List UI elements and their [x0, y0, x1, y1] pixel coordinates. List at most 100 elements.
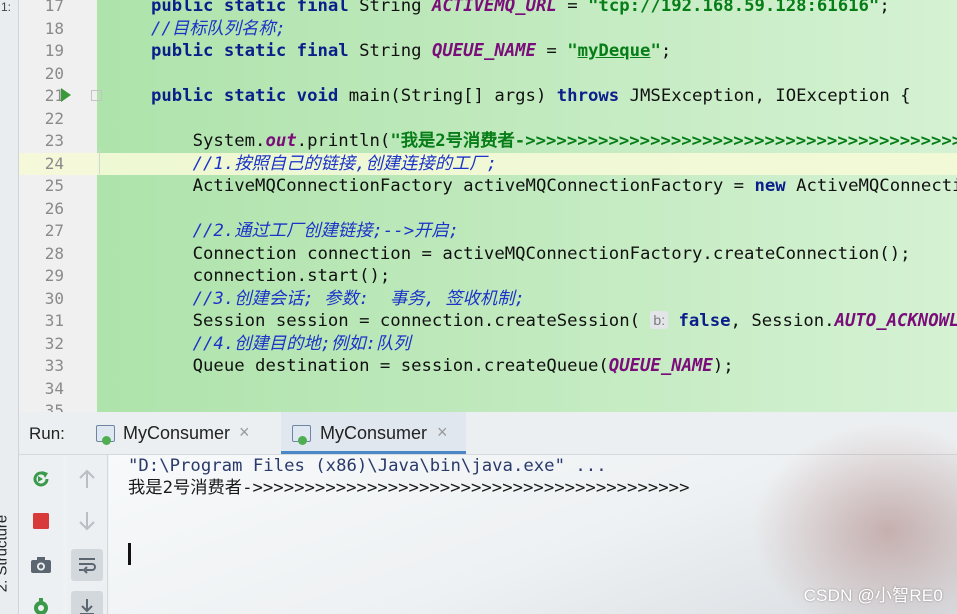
code-line[interactable]: 33 Queue destination = session.createQue… [19, 355, 957, 378]
project-tab[interactable]: 1: [1, 0, 11, 14]
code-text: Queue destination = session.createQueue(… [151, 355, 734, 378]
code-line[interactable]: 22 [19, 108, 957, 131]
code-text: //4.创建目的地;例如:队列 [151, 333, 411, 356]
code-line[interactable]: 32 //4.创建目的地;例如:队列 [19, 333, 957, 356]
line-number: 24 [44, 153, 64, 173]
close-icon[interactable]: × [239, 422, 250, 443]
code-token: = [535, 41, 568, 61]
code-token: JMSException, IOException { [629, 86, 911, 106]
watermark: CSDN @小智RE0 [803, 586, 943, 605]
run-toolbar-secondary [67, 455, 108, 614]
code-token: ; [879, 0, 890, 16]
code-line[interactable]: 21 public static void main(String[] args)… [19, 85, 957, 108]
code-text: Connection connection = activeMQConnecti… [151, 243, 911, 266]
structure-tab[interactable]: 2: Structure [0, 505, 21, 605]
code-token: = [556, 0, 589, 16]
scroll-to-end-icon[interactable] [71, 591, 103, 614]
code-line[interactable]: 19 public static final String QUEUE_NAME … [19, 40, 957, 63]
run-config-icon [292, 425, 311, 445]
code-token: String [359, 41, 432, 61]
code-line[interactable]: 24 //1.按照自己的链接,创建连接的工厂; [19, 152, 957, 175]
code-text: ActiveMQConnectionFactory activeMQConnec… [151, 175, 957, 198]
console-output[interactable]: "D:\Program Files (x86)\Java\bin\java.ex… [109, 412, 957, 614]
code-token: Connection connection = activeMQConnecti… [151, 243, 911, 264]
line-number: 34 [44, 378, 64, 398]
code-text: public static final String QUEUE_NAME = … [151, 40, 671, 63]
line-number: 31 [44, 311, 64, 330]
code-line[interactable]: 25 ActiveMQConnectionFactory activeMQCon… [19, 175, 957, 198]
tab-myconsumer-1[interactable]: MyConsumer × [89, 412, 261, 454]
code-line[interactable]: 26 [19, 198, 957, 221]
code-text: Session session = connection.createSessi… [151, 310, 957, 333]
stop-icon[interactable] [25, 505, 57, 537]
line-number: 33 [44, 356, 64, 375]
code-line[interactable]: 18 //目标队列名称; [19, 18, 957, 41]
code-token: ; [660, 41, 672, 61]
line-number: 29 [44, 266, 64, 285]
code-token: //3.创建会话; 参数: 事务, 签收机制; [151, 288, 525, 309]
console-caret [128, 543, 131, 565]
code-token: new [754, 176, 797, 196]
down-arrow-icon[interactable] [71, 505, 103, 537]
code-token: myDeque [577, 41, 651, 61]
run-main-gutter-icon[interactable] [61, 88, 71, 102]
code-token: //目标队列名称; [151, 18, 286, 39]
line-number: 35 [44, 401, 64, 412]
code-editor[interactable]: 17 public static final String ACTIVEMQ_UR… [19, 0, 957, 412]
run-toolbar-primary [19, 455, 63, 614]
run-panel: Run: MyConsumer × MyConsumer × "D:\Progr… [19, 412, 957, 614]
code-token: String [359, 0, 432, 16]
code-token: out [265, 131, 297, 151]
code-token: " [650, 41, 661, 61]
code-line[interactable]: 17 public static final String ACTIVEMQ_UR… [19, 0, 957, 18]
code-token: "我是2号消费者->>>>>>>>>>>>>>>>>>>>>>>>>>>>>>>… [390, 131, 957, 151]
code-token: false [678, 311, 731, 331]
line-number: 26 [44, 198, 64, 218]
code-line[interactable]: 34 [19, 378, 957, 401]
code-token: //1.按照自己的链接,创建连接的工厂; [151, 153, 497, 174]
fold-marker-icon[interactable] [91, 90, 102, 101]
code-token: main(String[] args) [348, 86, 557, 106]
code-line[interactable]: 29 connection.start(); [19, 265, 957, 288]
line-number: 30 [44, 288, 64, 308]
code-text: public static final String ACTIVEMQ_URL … [151, 0, 890, 18]
line-number: 28 [44, 243, 64, 263]
bug-gear-icon[interactable] [25, 591, 57, 614]
run-label: Run: [29, 424, 65, 443]
code-text: //3.创建会话; 参数: 事务, 签收机制; [151, 288, 525, 311]
code-text: //目标队列名称; [151, 18, 286, 41]
line-number: 18 [44, 18, 64, 38]
code-line[interactable]: 23 System.out.println("我是2号消费者->>>>>>>>>… [19, 130, 957, 153]
code-token: QUEUE_NAME [608, 356, 713, 376]
code-token: public static void [151, 86, 349, 106]
code-token: ACTIVEMQ_URL [431, 0, 557, 16]
code-text: System.out.println("我是2号消费者->>>>>>>>>>>>… [151, 130, 957, 153]
code-token: "tcp://192.168.59.128:61616" [588, 0, 880, 16]
code-text: connection.start(); [151, 265, 391, 288]
line-number: 25 [44, 176, 64, 195]
tab-myconsumer-2[interactable]: MyConsumer × [281, 412, 466, 454]
camera-icon[interactable] [25, 549, 57, 581]
code-line[interactable]: 28 Connection connection = activeMQConne… [19, 243, 957, 266]
code-text: //2.通过工厂创建链接;-->开启; [151, 220, 459, 243]
code-line[interactable]: 27 //2.通过工厂创建链接;-->开启; [19, 220, 957, 243]
code-token: .println( [296, 131, 391, 151]
tab-label: MyConsumer [320, 423, 428, 443]
line-number: 23 [44, 131, 64, 150]
soft-wrap-icon[interactable] [71, 549, 103, 581]
fold-guide [99, 150, 100, 174]
code-line[interactable]: 20 [19, 63, 957, 86]
rerun-icon[interactable] [25, 463, 57, 495]
code-line[interactable]: 35 [19, 400, 957, 412]
code-token: System. [151, 131, 266, 151]
code-token: ActiveMQConnectionFactory( [796, 176, 957, 196]
code-token: //4.创建目的地;例如:队列 [151, 333, 411, 354]
close-icon[interactable]: × [437, 422, 448, 443]
code-text: public static void main(String[] args) t… [151, 85, 911, 108]
code-line[interactable]: 31 Session session = connection.createSe… [19, 310, 957, 333]
code-token: connection.start(); [151, 266, 391, 286]
code-line[interactable]: 30 //3.创建会话; 参数: 事务, 签收机制; [19, 288, 957, 311]
up-arrow-icon[interactable] [71, 463, 103, 495]
console-output-line: 我是2号消费者->>>>>>>>>>>>>>>>>>>>>>>>>>>>>>>>… [128, 478, 690, 498]
